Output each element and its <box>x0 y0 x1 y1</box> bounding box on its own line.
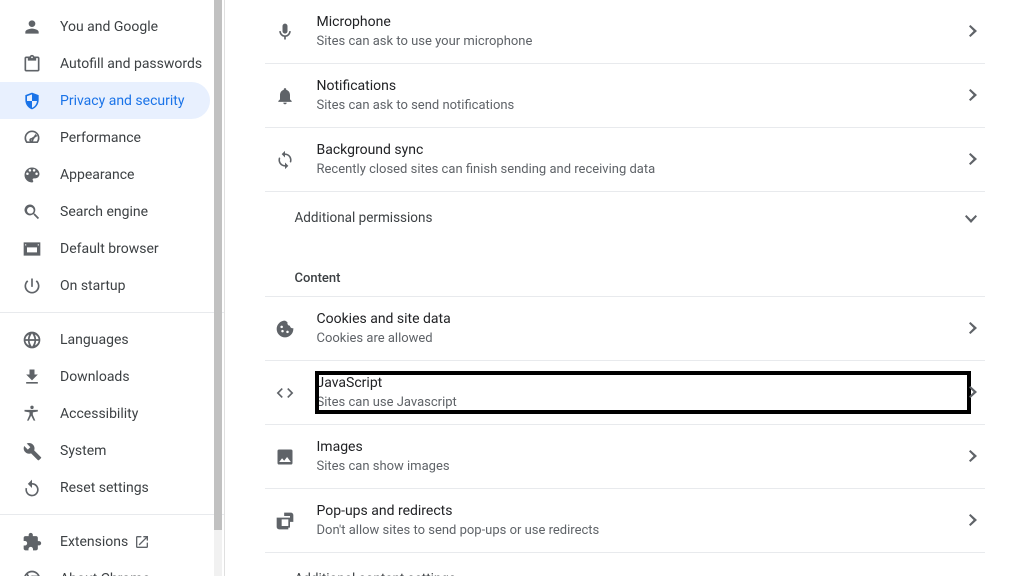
sidebar-item-label: Reset settings <box>60 480 149 496</box>
sidebar-item-label: Accessibility <box>60 406 138 422</box>
sidebar-item-accessibility[interactable]: Accessibility <box>0 395 210 432</box>
bell-icon <box>275 86 295 106</box>
wrench-icon <box>22 441 42 461</box>
external-link-icon <box>134 534 150 550</box>
sidebar-item-label: Appearance <box>60 167 134 183</box>
chevron-right-icon <box>969 319 977 338</box>
setting-row-popups[interactable]: Pop-ups and redirects Don't allow sites … <box>265 488 985 552</box>
globe-icon <box>22 330 42 350</box>
chevron-right-icon <box>969 447 977 466</box>
popup-icon <box>275 511 295 531</box>
setting-row-microphone[interactable]: Microphone Sites can ask to use your mic… <box>265 0 985 63</box>
row-title: Pop-ups and redirects <box>317 501 969 521</box>
shield-icon <box>22 91 42 111</box>
sidebar-item-label: Extensions <box>60 534 128 550</box>
sidebar-item-label: Search engine <box>60 204 148 220</box>
download-icon <box>22 367 42 387</box>
extensions-icon <box>22 532 42 552</box>
sidebar-item-privacy-security[interactable]: Privacy and security <box>0 82 210 119</box>
sidebar-item-extensions[interactable]: Extensions <box>0 523 210 560</box>
content-heading: Content <box>265 243 985 296</box>
setting-row-notifications[interactable]: Notifications Sites can ask to send noti… <box>265 63 985 127</box>
sidebar-item-default-browser[interactable]: Default browser <box>0 230 210 267</box>
sidebar-item-autofill[interactable]: Autofill and passwords <box>0 45 210 82</box>
search-icon <box>22 202 42 222</box>
sidebar-item-label: You and Google <box>60 19 158 35</box>
sidebar-item-label: On startup <box>60 278 126 294</box>
sidebar-divider <box>0 312 224 313</box>
palette-icon <box>22 165 42 185</box>
setting-row-cookies[interactable]: Cookies and site data Cookies are allowe… <box>265 296 985 360</box>
sidebar: You and Google Autofill and passwords Pr… <box>0 0 225 576</box>
chevron-right-icon <box>969 22 977 41</box>
row-title: Microphone <box>317 12 969 32</box>
additional-content-settings-toggle[interactable]: Additional content settings <box>265 552 985 576</box>
sidebar-item-label: Default browser <box>60 241 159 257</box>
row-title: JavaScript <box>317 373 969 393</box>
sidebar-item-label: About Chrome <box>60 571 150 576</box>
sidebar-item-you-and-google[interactable]: You and Google <box>0 8 210 45</box>
row-subtitle: Sites can show images <box>317 458 969 476</box>
speedometer-icon <box>22 128 42 148</box>
sidebar-item-reset-settings[interactable]: Reset settings <box>0 469 210 506</box>
sidebar-item-about-chrome[interactable]: About Chrome <box>0 560 210 576</box>
chevron-down-icon <box>965 569 977 576</box>
chevron-right-icon <box>969 383 977 402</box>
javascript-highlight: JavaScript Sites can use Javascript <box>317 373 969 412</box>
clipboard-icon <box>22 54 42 74</box>
chevron-right-icon <box>969 150 977 169</box>
row-title: Images <box>317 437 969 457</box>
sidebar-item-performance[interactable]: Performance <box>0 119 210 156</box>
sidebar-divider <box>0 514 224 515</box>
sidebar-item-label: Languages <box>60 332 129 348</box>
sidebar-item-search-engine[interactable]: Search engine <box>0 193 210 230</box>
row-subtitle: Cookies are allowed <box>317 330 969 348</box>
sync-icon <box>275 150 295 170</box>
row-title: Notifications <box>317 76 969 96</box>
sidebar-item-label: System <box>60 443 106 459</box>
power-icon <box>22 276 42 296</box>
sidebar-item-label: Autofill and passwords <box>60 56 202 72</box>
sidebar-scrollbar[interactable] <box>214 0 222 576</box>
code-icon <box>275 383 295 403</box>
section-label: Additional permissions <box>295 210 965 226</box>
reset-icon <box>22 478 42 498</box>
setting-row-javascript[interactable]: JavaScript Sites can use Javascript <box>265 360 985 424</box>
sidebar-item-languages[interactable]: Languages <box>0 321 210 358</box>
microphone-icon <box>275 22 295 42</box>
row-subtitle: Recently closed sites can finish sending… <box>317 161 969 179</box>
setting-row-images[interactable]: Images Sites can show images <box>265 424 985 488</box>
sidebar-item-downloads[interactable]: Downloads <box>0 358 210 395</box>
section-label: Additional content settings <box>295 571 965 576</box>
row-title: Cookies and site data <box>317 309 969 329</box>
additional-permissions-toggle[interactable]: Additional permissions <box>265 191 985 243</box>
sidebar-item-label: Downloads <box>60 369 130 385</box>
row-subtitle: Sites can ask to send notifications <box>317 97 969 115</box>
chrome-icon <box>22 569 42 576</box>
sidebar-item-label: Performance <box>60 130 141 146</box>
sidebar-item-appearance[interactable]: Appearance <box>0 156 210 193</box>
row-subtitle: Don't allow sites to send pop-ups or use… <box>317 522 969 540</box>
image-icon <box>275 447 295 467</box>
accessibility-icon <box>22 404 42 424</box>
setting-row-background-sync[interactable]: Background sync Recently closed sites ca… <box>265 127 985 191</box>
row-title: Background sync <box>317 140 969 160</box>
main-content: Microphone Sites can ask to use your mic… <box>225 0 1024 576</box>
chevron-right-icon <box>969 511 977 530</box>
row-subtitle: Sites can use Javascript <box>317 394 969 412</box>
cookie-icon <box>275 319 295 339</box>
sidebar-item-on-startup[interactable]: On startup <box>0 267 210 304</box>
sidebar-item-system[interactable]: System <box>0 432 210 469</box>
browser-icon <box>22 239 42 259</box>
person-icon <box>22 17 42 37</box>
chevron-right-icon <box>969 86 977 105</box>
sidebar-item-label: Privacy and security <box>60 93 184 109</box>
chevron-down-icon <box>965 208 977 227</box>
row-subtitle: Sites can ask to use your microphone <box>317 33 969 51</box>
